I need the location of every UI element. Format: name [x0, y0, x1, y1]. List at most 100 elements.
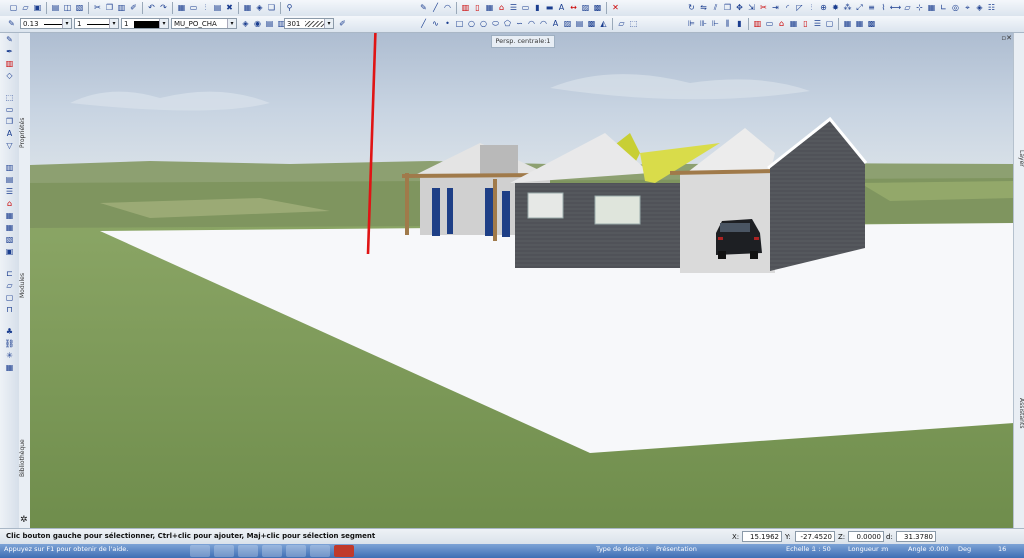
- snap-icon[interactable]: ⊹: [914, 2, 925, 13]
- matrix-icon[interactable]: ▩: [866, 18, 877, 29]
- save-icon[interactable]: ▣: [32, 2, 43, 13]
- line-style-select[interactable]: 1 ▾: [74, 18, 119, 29]
- rectangle-icon[interactable]: □: [454, 18, 465, 29]
- pen-icon[interactable]: ✎: [6, 18, 17, 29]
- property-icon[interactable]: ☷: [986, 2, 997, 13]
- break-icon[interactable]: ⌇: [878, 2, 889, 13]
- grid-icon[interactable]: ▦: [4, 210, 15, 221]
- arc-icon[interactable]: ◠: [526, 18, 537, 29]
- area-icon[interactable]: ▱: [4, 280, 15, 291]
- view-tab[interactable]: Persp. centrale:1: [491, 35, 555, 48]
- elevation-icon[interactable]: ⊓: [4, 304, 15, 315]
- text-icon[interactable]: A: [556, 2, 567, 13]
- roof-icon[interactable]: ⌂: [496, 2, 507, 13]
- slab-icon[interactable]: ▭: [764, 18, 775, 29]
- roof-icon[interactable]: ⌂: [776, 18, 787, 29]
- scale-value[interactable]: 1 : 50: [812, 545, 831, 553]
- length-unit[interactable]: m: [882, 545, 888, 553]
- spline-icon[interactable]: ∿: [430, 18, 441, 29]
- tab-layer[interactable]: Layer: [1014, 143, 1024, 173]
- new-icon[interactable]: ▢: [8, 2, 19, 13]
- copy-icon[interactable]: ❐: [104, 2, 115, 13]
- wall-icon[interactable]: ▥: [752, 18, 763, 29]
- undo-icon[interactable]: ↶: [146, 2, 157, 13]
- fill-icon[interactable]: ▩: [592, 2, 603, 13]
- hatch-icon[interactable]: ▨: [580, 2, 591, 13]
- rotate-icon[interactable]: ↻: [686, 2, 697, 13]
- room-icon[interactable]: ▢: [4, 292, 15, 303]
- align-right-icon[interactable]: ⊩: [710, 18, 721, 29]
- move-icon[interactable]: ✥: [734, 2, 745, 13]
- stair-icon[interactable]: ☰: [812, 18, 823, 29]
- roof-icon[interactable]: ⌂: [4, 198, 15, 209]
- polar-icon[interactable]: ◎: [950, 2, 961, 13]
- pencil-icon[interactable]: ✎: [4, 34, 15, 45]
- align-left-icon[interactable]: ⊫: [686, 18, 697, 29]
- tools-icon[interactable]: ✖: [224, 2, 235, 13]
- text-icon[interactable]: A: [550, 18, 561, 29]
- print-icon[interactable]: ▤: [50, 2, 61, 13]
- join-icon[interactable]: ⊕: [818, 2, 829, 13]
- offset-icon[interactable]: ⫽: [710, 2, 721, 13]
- opening-icon[interactable]: ◇: [4, 70, 15, 81]
- stair-icon[interactable]: ☰: [4, 186, 15, 197]
- area-icon[interactable]: ▱: [616, 18, 627, 29]
- link-icon[interactable]: ⛓: [4, 338, 15, 349]
- taskbar-app-button[interactable]: [214, 545, 234, 557]
- ortho-icon[interactable]: ∟: [938, 2, 949, 13]
- mirror-icon[interactable]: ⇋: [698, 2, 709, 13]
- chamfer-icon[interactable]: ◸: [794, 2, 805, 13]
- arc-icon[interactable]: ◠: [442, 2, 453, 13]
- stretch-icon[interactable]: ⇲: [746, 2, 757, 13]
- x-coordinate-field[interactable]: 15.1962: [742, 531, 782, 542]
- frame-icon[interactable]: ▭: [188, 2, 199, 13]
- trim-icon[interactable]: ✂: [758, 2, 769, 13]
- track-icon[interactable]: ⌖: [962, 2, 973, 13]
- lock-icon[interactable]: ▤: [264, 18, 275, 29]
- dimension-icon[interactable]: ↔: [568, 2, 579, 13]
- 3d-viewport[interactable]: [30, 33, 1014, 528]
- line-icon[interactable]: ╱: [418, 18, 429, 29]
- door-icon[interactable]: ▯: [800, 18, 811, 29]
- redo-icon[interactable]: ↷: [158, 2, 169, 13]
- plot-icon[interactable]: ▧: [74, 2, 85, 13]
- scale-icon[interactable]: ⤢: [854, 2, 865, 13]
- layers-icon[interactable]: ◈: [254, 2, 265, 13]
- beam-icon[interactable]: ▬: [544, 2, 555, 13]
- taskbar-app-button[interactable]: [238, 545, 258, 557]
- tab-library[interactable]: Bibliothèque: [19, 428, 30, 488]
- extend-icon[interactable]: ⇥: [770, 2, 781, 13]
- distance-field[interactable]: 31.3780: [896, 531, 936, 542]
- pattern-icon[interactable]: ▤: [574, 18, 585, 29]
- select-icon[interactable]: ⬚: [628, 18, 639, 29]
- polygon-icon[interactable]: ⬠: [502, 18, 513, 29]
- area-icon[interactable]: ▱: [902, 2, 913, 13]
- layer-icon[interactable]: ◈: [240, 18, 251, 29]
- match-icon[interactable]: ✐: [128, 2, 139, 13]
- text-icon[interactable]: A: [4, 128, 15, 139]
- zoom-icon[interactable]: ⚲: [284, 2, 295, 13]
- copy-icon[interactable]: ❐: [722, 2, 733, 13]
- stair-icon[interactable]: ☰: [508, 2, 519, 13]
- slab-icon[interactable]: ▭: [520, 2, 531, 13]
- delete-icon[interactable]: ✕: [610, 2, 621, 13]
- tab-modules[interactable]: Modules: [19, 261, 30, 311]
- fill-icon[interactable]: ▩: [586, 18, 597, 29]
- taskbar-app-button[interactable]: [286, 545, 306, 557]
- z-coordinate-field[interactable]: 0.0000: [848, 531, 884, 542]
- curve-icon[interactable]: ∽: [514, 18, 525, 29]
- distribute-icon[interactable]: ⫼: [722, 18, 733, 29]
- building-icon[interactable]: ▥: [4, 162, 15, 173]
- table-icon[interactable]: ▦: [854, 18, 865, 29]
- window-icon[interactable]: ▦: [484, 2, 495, 13]
- split-icon[interactable]: ⫶: [806, 2, 817, 13]
- taskbar-app-button[interactable]: [262, 545, 282, 557]
- sheet-icon[interactable]: ▧: [4, 234, 15, 245]
- stamp-icon[interactable]: ▣: [4, 246, 15, 257]
- tree-icon[interactable]: ♣: [4, 326, 15, 337]
- pencil-icon[interactable]: ✎: [418, 2, 429, 13]
- y-coordinate-field[interactable]: -27.4520: [795, 531, 835, 542]
- section-icon[interactable]: ⊏: [4, 268, 15, 279]
- settings-gear-icon[interactable]: ✲: [20, 515, 28, 525]
- align-center-icon[interactable]: ⊪: [698, 18, 709, 29]
